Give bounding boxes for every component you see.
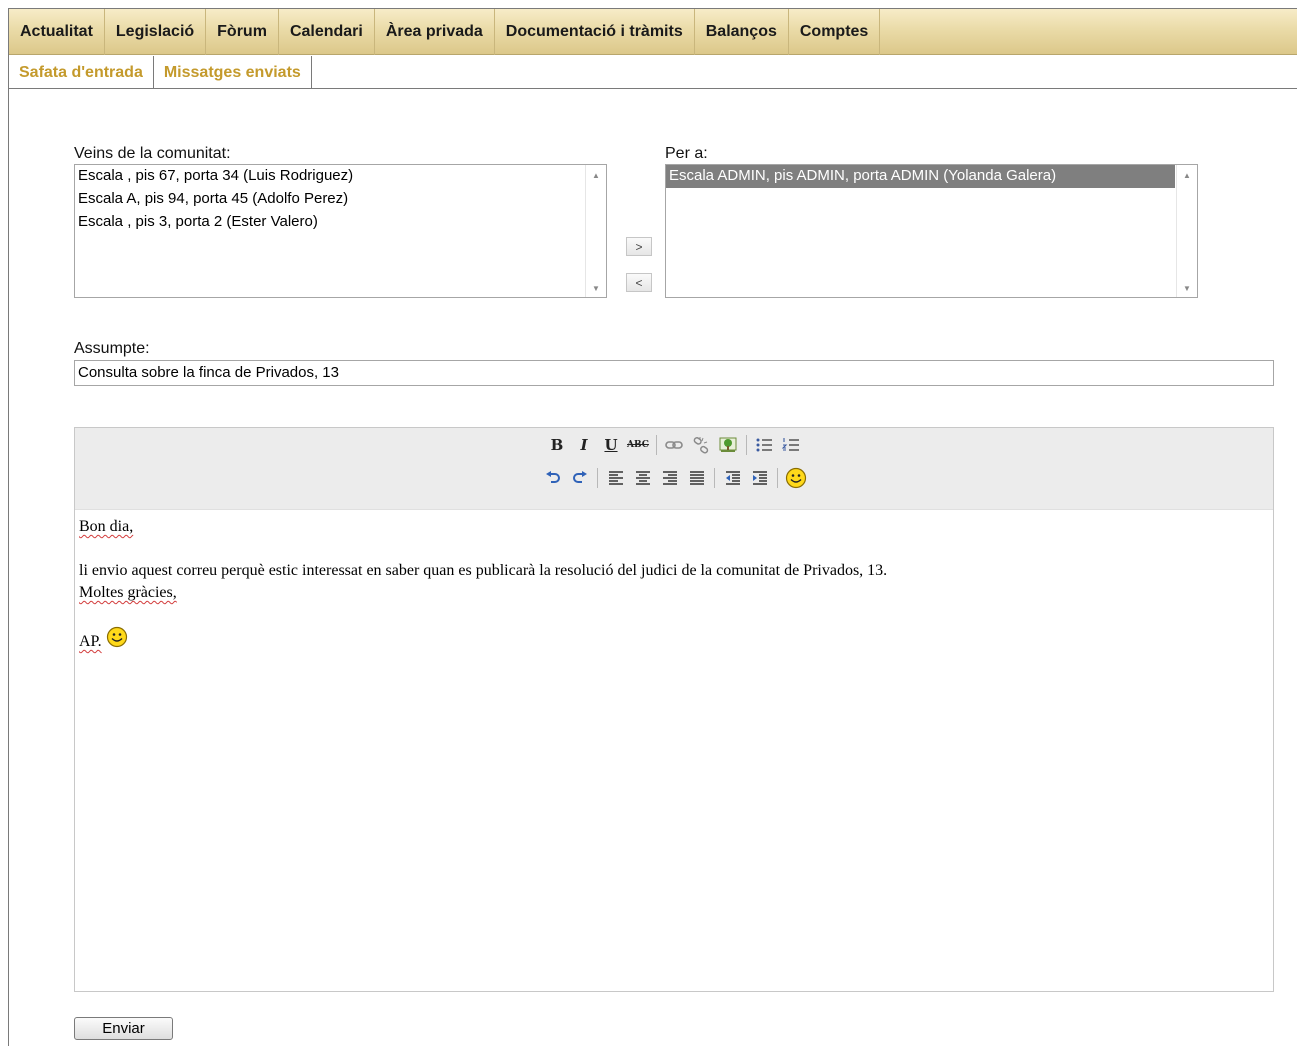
add-recipient-button[interactable]: > [626, 237, 652, 256]
main-nav: Actualitat Legislació Fòrum Calendari Àr… [9, 9, 1297, 55]
neighbors-listbox[interactable]: Escala , pis 67, porta 34 (Luis Rodrigue… [74, 164, 607, 298]
recipient-option[interactable]: Escala ADMIN, pis ADMIN, porta ADMIN (Yo… [666, 165, 1175, 188]
toolbar-separator [777, 468, 778, 488]
strikethrough-icon[interactable]: ABC [627, 434, 649, 456]
editor-content[interactable]: Bon dia, li envio aquest correu perquè e… [75, 510, 1273, 991]
align-justify-icon[interactable] [686, 467, 708, 489]
recipients-label: Per a: [665, 145, 708, 162]
message-editor: B I U ABC Bon dia, li envio aquest corre… [74, 427, 1274, 992]
nav-area-privada[interactable]: Àrea privada [375, 9, 495, 55]
scroll-down-icon[interactable]: ▼ [1177, 284, 1197, 293]
indent-icon[interactable] [749, 467, 771, 489]
nav-forum[interactable]: Fòrum [206, 9, 279, 55]
emoticon-icon[interactable] [785, 467, 807, 489]
toolbar-separator [714, 468, 715, 488]
neighbors-label: Veins de la comunitat: [74, 145, 231, 162]
link-icon[interactable] [663, 434, 685, 456]
nav-comptes[interactable]: Comptes [789, 9, 881, 55]
subject-input[interactable]: Consulta sobre la finca de Privados, 13 [74, 360, 1274, 386]
nav-documentacio[interactable]: Documentació i tràmits [495, 9, 695, 55]
nav-balancos[interactable]: Balanços [695, 9, 789, 55]
page-frame: Actualitat Legislació Fòrum Calendari Àr… [8, 8, 1297, 1046]
italic-icon[interactable]: I [573, 434, 595, 456]
redo-icon[interactable] [569, 467, 591, 489]
recipients-listbox[interactable]: Escala ADMIN, pis ADMIN, porta ADMIN (Yo… [665, 164, 1198, 298]
toolbar-separator [655, 435, 657, 455]
message-line-1: li envio aquest correu perquè estic inte… [79, 562, 888, 579]
scroll-down-icon[interactable]: ▼ [586, 284, 606, 293]
nav-calendari[interactable]: Calendari [279, 9, 375, 55]
align-center-icon[interactable] [632, 467, 654, 489]
align-left-icon[interactable] [605, 467, 627, 489]
message-line-2: Moltes gràcies, [79, 584, 177, 601]
neighbor-option[interactable]: Escala , pis 67, porta 34 (Luis Rodrigue… [75, 165, 606, 188]
neighbor-option[interactable]: Escala A, pis 94, porta 45 (Adolfo Perez… [75, 188, 606, 211]
nav-legislacio[interactable]: Legislació [105, 9, 207, 55]
image-icon[interactable] [717, 434, 739, 456]
bullet-list-icon[interactable] [753, 434, 775, 456]
align-right-icon[interactable] [659, 467, 681, 489]
bold-icon[interactable]: B [546, 434, 568, 456]
numbered-list-icon[interactable] [780, 434, 802, 456]
neighbor-option[interactable]: Escala , pis 3, porta 2 (Ester Valero) [75, 211, 606, 234]
send-button[interactable]: Enviar [74, 1017, 173, 1040]
toolbar-separator [597, 468, 598, 488]
editor-toolbar: B I U ABC [75, 428, 1273, 510]
sub-nav: Safata d'entrada Missatges enviats [9, 56, 1297, 89]
neighbors-scrollbar[interactable]: ▲ ▼ [585, 165, 606, 297]
remove-recipient-button[interactable]: < [626, 273, 652, 292]
message-greeting: Bon dia, [79, 518, 134, 535]
message-signature: AP. [79, 626, 1269, 655]
toolbar-separator [745, 435, 747, 455]
underline-icon[interactable]: U [600, 434, 622, 456]
undo-icon[interactable] [542, 467, 564, 489]
smiley-icon [106, 626, 128, 655]
recipients-scrollbar[interactable]: ▲ ▼ [1176, 165, 1197, 297]
subject-label: Assumpte: [74, 340, 150, 357]
scroll-up-icon[interactable]: ▲ [586, 171, 606, 180]
nav-actualitat[interactable]: Actualitat [9, 9, 105, 55]
tab-inbox[interactable]: Safata d'entrada [9, 56, 154, 89]
unlink-icon[interactable] [690, 434, 712, 456]
outdent-icon[interactable] [722, 467, 744, 489]
scroll-up-icon[interactable]: ▲ [1177, 171, 1197, 180]
tab-sent-messages[interactable]: Missatges enviats [154, 56, 312, 89]
